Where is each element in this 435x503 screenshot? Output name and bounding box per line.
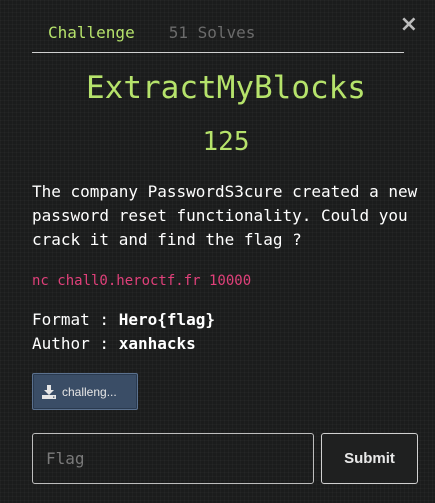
tab-solves[interactable]: 51 Solves	[153, 18, 272, 50]
format-label: Format :	[32, 310, 119, 329]
modal-tabs: Challenge 51 Solves	[32, 18, 404, 53]
author-label: Author :	[32, 334, 119, 353]
flag-input[interactable]	[32, 433, 314, 484]
format-value: Hero{flag}	[118, 310, 216, 329]
format-line: Format : Hero{flag}	[32, 309, 215, 331]
challenge-modal: × Challenge 51 Solves ExtractMyBlocks 12…	[0, 0, 435, 503]
download-icon	[42, 384, 56, 399]
submit-button[interactable]: Submit	[321, 433, 418, 484]
challenge-title: ExtractMyBlocks	[86, 70, 366, 106]
challenge-description: The company PasswordS3cure created a new…	[32, 182, 418, 249]
challenge-points: 125	[202, 127, 250, 157]
download-file-button[interactable]: challeng...	[32, 373, 138, 410]
connection-string: nc chall0.heroctf.fr 10000	[32, 273, 252, 289]
file-button-label: challeng...	[62, 384, 117, 399]
tab-challenge[interactable]: Challenge	[32, 18, 151, 50]
author-value: xanhacks	[118, 334, 196, 353]
author-line: Author : xanhacks	[32, 333, 196, 355]
